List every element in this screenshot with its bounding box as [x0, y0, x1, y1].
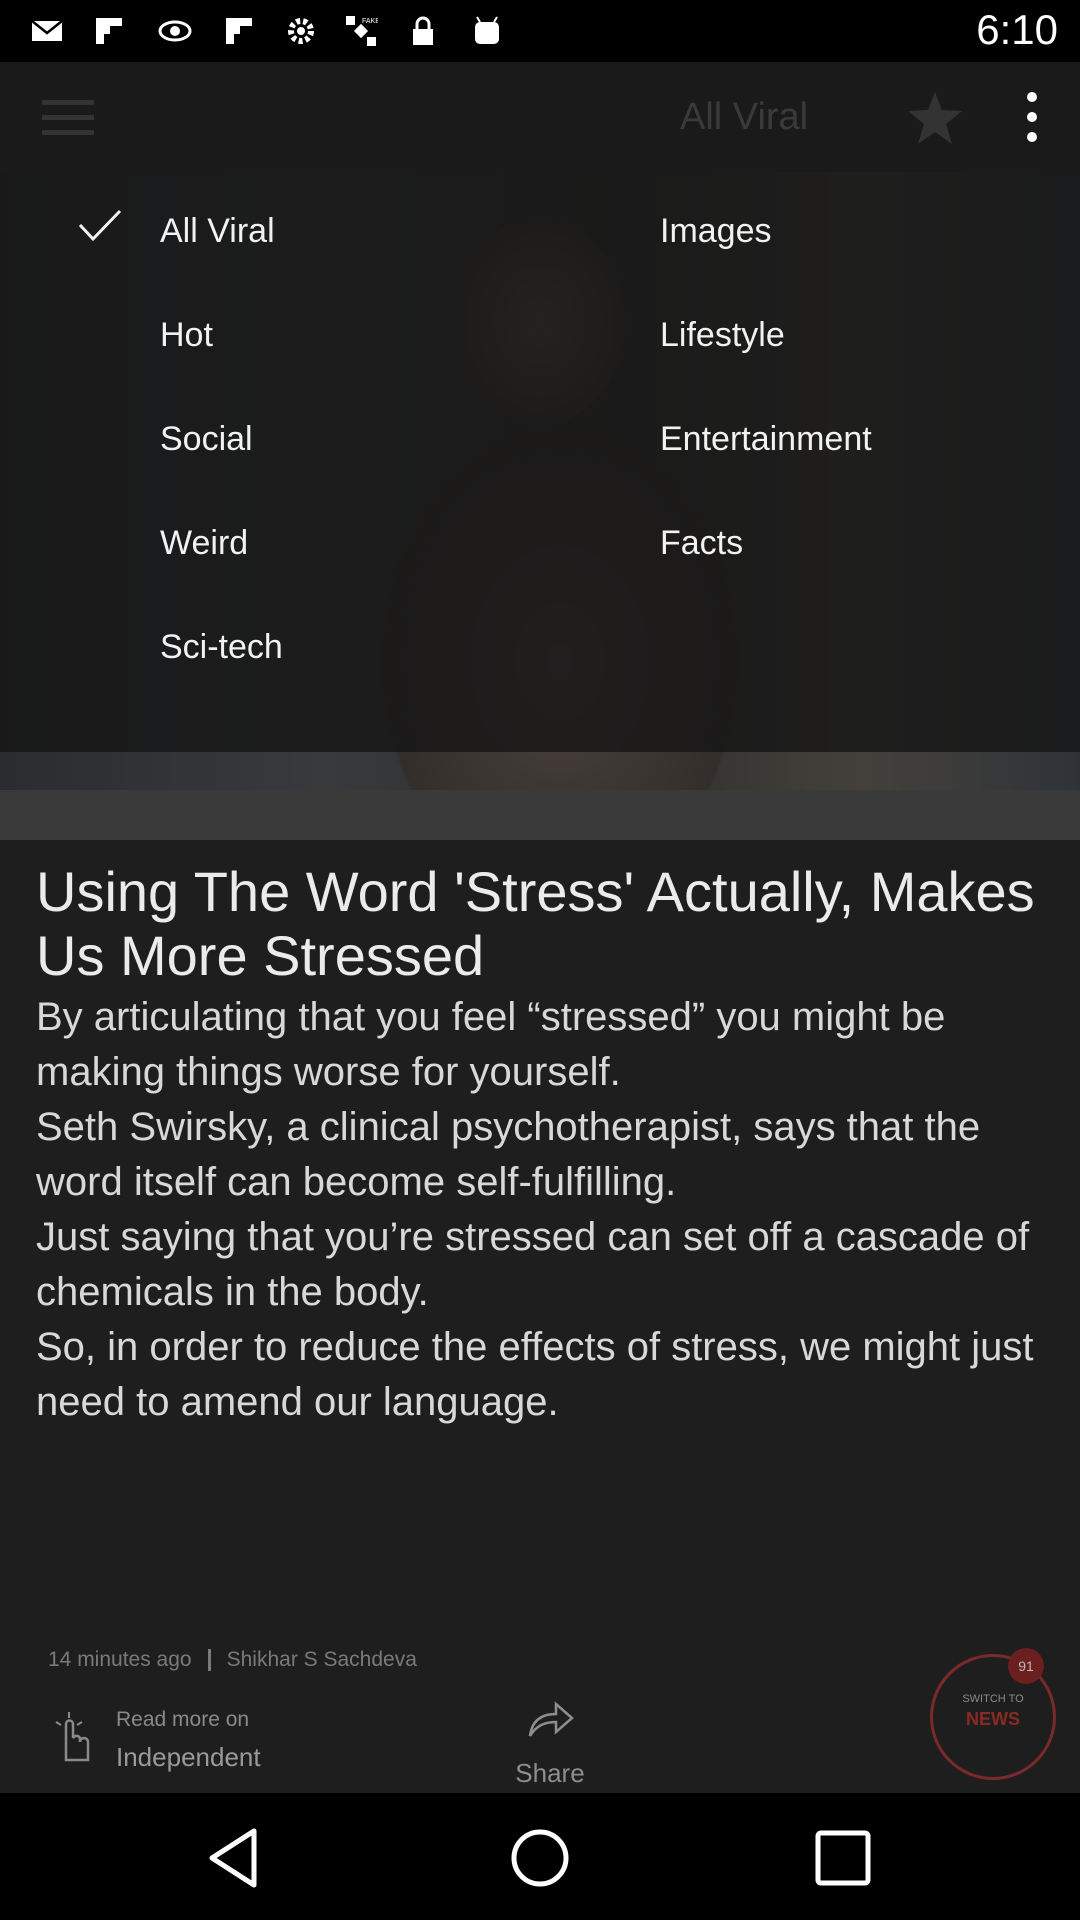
menu-item-lifestyle[interactable]: Lifestyle [660, 305, 805, 365]
star-icon[interactable] [906, 90, 964, 146]
menu-item-weird[interactable]: Weird [160, 513, 268, 573]
status-bar: FAKE 6:10 [0, 0, 1080, 62]
switch-big-label: NEWS [966, 1709, 1020, 1729]
menu-icon[interactable] [42, 100, 94, 136]
eye-icon [158, 20, 192, 42]
notification-badge: 91 [1008, 1648, 1044, 1684]
article-content: Using The Word 'Stress' Actually, Makes … [0, 840, 1080, 1793]
clock: 6:10 [976, 6, 1058, 53]
app-bar: All Viral [0, 62, 1080, 172]
meta-divider [207, 1649, 211, 1672]
home-icon[interactable] [505, 1823, 575, 1893]
article-time: 14 minutes ago [48, 1648, 192, 1671]
app-bar-title: All Viral [680, 96, 809, 138]
system-nav-bar [0, 1793, 1080, 1920]
share-button[interactable]: Share [510, 1700, 590, 1789]
satellite-icon: FAKE [346, 16, 378, 46]
category-filter-menu: All Viral Hot Social Weird Sci-tech Imag… [0, 172, 1080, 752]
hero-bottom-strip [0, 790, 1080, 840]
check-icon [78, 209, 122, 242]
switch-small-label: SWITCH TO [962, 1693, 1024, 1705]
share-icon [528, 1701, 574, 1737]
article-meta: 14 minutes ago Shikhar S Sachdeva [48, 1648, 417, 1672]
menu-item-facts[interactable]: Facts [660, 513, 763, 573]
menu-item-social[interactable]: Social [160, 409, 273, 469]
android-icon [475, 16, 499, 44]
mail-icon [31, 20, 63, 41]
share-label: Share [515, 1758, 585, 1788]
menu-item-all-viral[interactable]: All Viral [160, 201, 295, 261]
menu-item-hot[interactable]: Hot [160, 305, 233, 365]
menu-item-sci-tech[interactable]: Sci-tech [160, 617, 303, 677]
article-author: Shikhar S Sachdeva [226, 1648, 417, 1671]
flipboard-icon [96, 18, 122, 44]
svg-text:FAKE: FAKE [362, 18, 378, 25]
more-vert-icon[interactable] [1002, 88, 1062, 148]
read-more-source: Independent [116, 1742, 261, 1772]
article-headline: Using The Word 'Stress' Actually, Makes … [36, 860, 1035, 987]
article-body: By articulating that you feel “stressed”… [36, 995, 1034, 1424]
read-more-label: Read more on [116, 1708, 250, 1731]
menu-item-images[interactable]: Images [660, 201, 792, 261]
menu-item-entertainment[interactable]: Entertainment [660, 409, 892, 469]
tap-hand-icon [55, 1712, 90, 1762]
lock-icon [413, 16, 433, 45]
flipboard-icon [226, 18, 252, 44]
back-icon[interactable] [200, 1823, 270, 1893]
recents-icon[interactable] [808, 1823, 878, 1893]
gear-icon [288, 18, 314, 44]
